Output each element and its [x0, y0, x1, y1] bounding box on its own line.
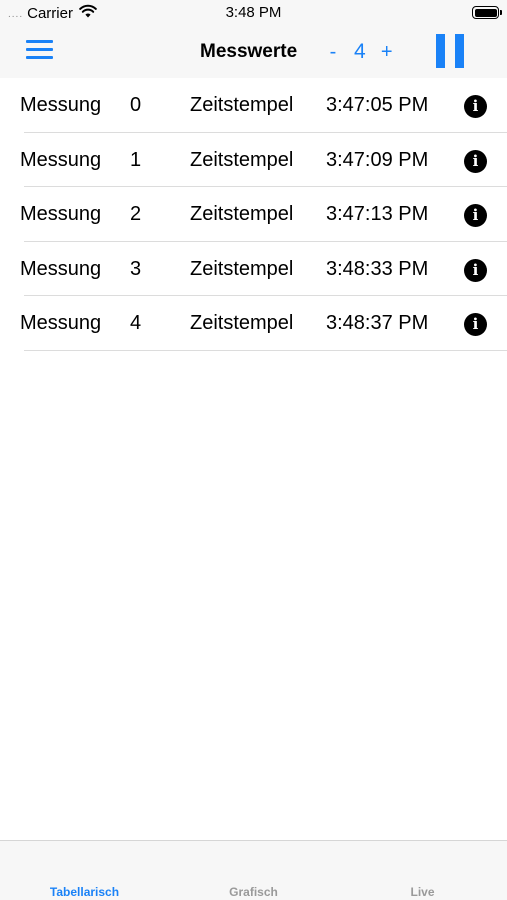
count-stepper: - 4 +: [326, 40, 394, 64]
table-row[interactable]: Messung 4 Zeitstempel 3:48:37 PM i: [0, 296, 507, 351]
status-time: 3:48 PM: [225, 4, 282, 21]
status-bar: .... Carrier 3:48 PM: [0, 0, 507, 26]
table-row[interactable]: Messung 1 Zeitstempel 3:47:09 PM i: [0, 133, 507, 188]
info-icon[interactable]: i: [464, 95, 487, 118]
info-icon[interactable]: i: [464, 313, 487, 337]
table-row[interactable]: Messung 2 Zeitstempel 3:47:13 PM i: [0, 187, 507, 242]
measurement-label: Messung: [20, 257, 102, 280]
measurement-index: 3: [130, 257, 142, 280]
tab-grafisch[interactable]: Grafisch: [169, 885, 338, 899]
table-row[interactable]: Messung 3 Zeitstempel 3:48:33 PM i: [0, 242, 507, 297]
timestamp-label: Zeitstempel: [190, 148, 294, 171]
timestamp-label: Zeitstempel: [190, 312, 294, 335]
measurement-label: Messung: [20, 94, 102, 116]
timestamp-label: Zeitstempel: [190, 203, 294, 226]
battery-icon: [472, 6, 502, 19]
timestamp-label: Zeitstempel: [190, 94, 294, 116]
navigation-bar: Messwerte - 4 +: [0, 26, 507, 78]
tab-live[interactable]: Live: [338, 885, 507, 899]
timestamp-value: 3:47:13 PM: [326, 203, 429, 226]
decrement-button[interactable]: -: [326, 41, 340, 64]
page-title: Messwerte: [200, 41, 298, 62]
measurement-index: 0: [130, 94, 142, 116]
tab-tabellarisch[interactable]: Tabellarisch: [0, 885, 169, 899]
info-icon[interactable]: i: [464, 204, 487, 228]
pause-icon[interactable]: [434, 34, 466, 70]
timestamp-value: 3:48:33 PM: [326, 257, 429, 280]
measurement-index: 1: [130, 148, 142, 171]
timestamp-value: 3:47:05 PM: [326, 94, 429, 116]
increment-button[interactable]: +: [380, 41, 394, 64]
hamburger-menu-icon[interactable]: [26, 40, 53, 62]
info-icon[interactable]: i: [464, 149, 487, 173]
app-screen: .... Carrier 3:48 PM Messwerte - 4 + Mes…: [0, 0, 507, 900]
timestamp-label: Zeitstempel: [190, 257, 294, 280]
measurement-label: Messung: [20, 203, 102, 226]
table-row[interactable]: Messung 0 Zeitstempel 3:47:05 PM i: [0, 78, 507, 133]
timestamp-value: 3:48:37 PM: [326, 312, 429, 335]
measurement-label: Messung: [20, 148, 102, 171]
stepper-value: 4: [354, 40, 366, 63]
timestamp-value: 3:47:09 PM: [326, 148, 429, 171]
measurement-list: Messung 0 Zeitstempel 3:47:05 PM i Messu…: [0, 78, 507, 351]
tab-bar: Tabellarisch Grafisch Live: [0, 840, 507, 900]
measurement-index: 4: [130, 312, 142, 335]
measurement-index: 2: [130, 203, 142, 226]
measurement-label: Messung: [20, 312, 102, 335]
info-icon[interactable]: i: [464, 258, 487, 282]
